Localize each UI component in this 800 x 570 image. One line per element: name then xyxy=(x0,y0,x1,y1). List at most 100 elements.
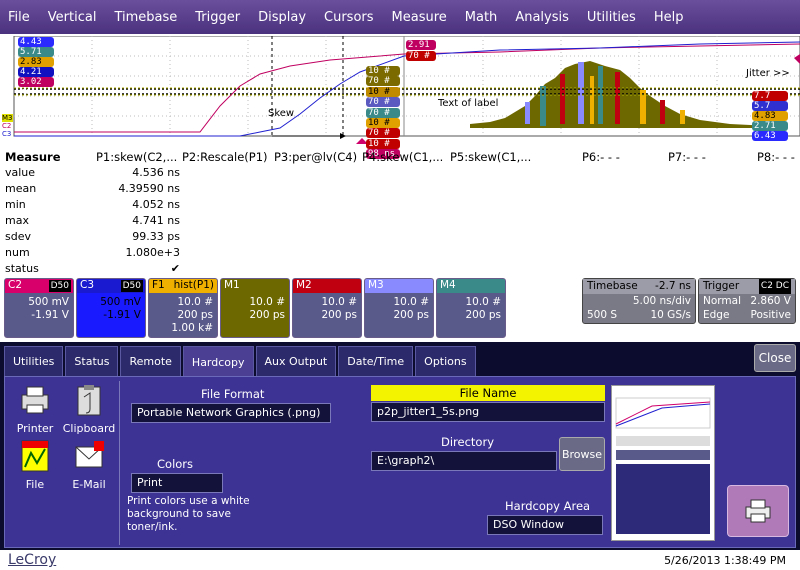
descriptor-name: C2 xyxy=(8,279,23,291)
hardcopy-area-select[interactable]: DSO Window xyxy=(487,515,603,535)
descriptor-c3[interactable]: C3 D50 500 mV -1.91 V xyxy=(76,278,146,338)
timebase-label: Timebase xyxy=(587,280,638,292)
descriptor-f1[interactable]: F1 hist(P1) 10.0 #200 ps 1.00 k# xyxy=(148,278,218,338)
measure-param-p7[interactable]: P7:- - - xyxy=(668,150,706,164)
file-format-select[interactable]: Portable Network Graphics (.png) xyxy=(131,403,331,423)
close-button[interactable]: Close xyxy=(754,344,796,372)
descriptor-name: M4 xyxy=(440,279,456,291)
tab-hardcopy[interactable]: Hardcopy xyxy=(182,346,254,378)
descriptor-c2[interactable]: C2 D50 500 mV -1.91 V xyxy=(4,278,74,338)
directory-label: Directory xyxy=(441,435,495,449)
tab-date-time[interactable]: Date/Time xyxy=(338,346,414,376)
menu-vertical[interactable]: Vertical xyxy=(48,10,97,25)
timebase-descriptor[interactable]: Timebase -2.7 ns 5.00 ns/div 500 S 10 GS/s xyxy=(582,278,696,324)
file-format-label: File Format xyxy=(201,387,265,401)
measure-value-min: 4.052 ns xyxy=(132,198,180,211)
measure-value-max: 4.741 ns xyxy=(132,214,180,227)
side-tag-c3: C3 xyxy=(2,130,12,138)
menu-timebase[interactable]: Timebase xyxy=(114,10,177,25)
trigger-descriptor[interactable]: Trigger C2 DC Normal 2.860 V Edge Positive xyxy=(698,278,796,324)
measure-row-mean: mean xyxy=(5,182,37,195)
right-trace-label: 7.7 ns xyxy=(752,91,788,111)
measure-param-p2[interactable]: P2:Rescale(P1) xyxy=(182,150,268,164)
measure-value-num: 1.080e+3 xyxy=(125,246,180,259)
menu-trigger[interactable]: Trigger xyxy=(195,10,240,25)
file-label: File xyxy=(25,478,45,491)
clipboard-label: Clipboard xyxy=(62,422,116,435)
descriptor-line: -1.91 V xyxy=(103,309,141,321)
trigger-label: Trigger xyxy=(703,280,740,292)
descriptor-line: -1.91 V xyxy=(31,309,69,321)
print-icon xyxy=(745,499,771,523)
menu-file[interactable]: File xyxy=(8,10,30,25)
menu-display[interactable]: Display xyxy=(258,10,306,25)
menu-utilities[interactable]: Utilities xyxy=(587,10,636,25)
skew-annotation: Skew xyxy=(268,108,295,119)
tab-options[interactable]: Options xyxy=(415,346,476,376)
descriptor-line: 200 ps xyxy=(321,309,357,321)
waveform-display[interactable]: 4.43 ns5.71 ns2.83 ns4.21 ns3.02 ns 10 #… xyxy=(0,36,800,160)
datetime: 5/26/2013 1:38:49 PM xyxy=(664,554,786,567)
measure-param-p5[interactable]: P5:skew(C1,... xyxy=(450,150,531,164)
menu-math[interactable]: Math xyxy=(465,10,498,25)
file-name-input[interactable]: p2p_jitter1_5s.png xyxy=(371,402,605,422)
measure-param-p6[interactable]: P6:- - - xyxy=(582,150,620,164)
coupling-tag: D50 xyxy=(48,280,71,292)
printer-button[interactable]: Printer xyxy=(11,383,59,435)
email-button[interactable]: E-Mail xyxy=(65,439,113,491)
descriptor-m1[interactable]: M1 10.0 #200 ps xyxy=(220,278,290,338)
menu-measure[interactable]: Measure xyxy=(392,10,447,25)
descriptor-line: 10.0 # xyxy=(321,296,357,308)
timebase-r0c1: 5.00 ns/div xyxy=(632,295,691,307)
file-icon xyxy=(21,440,49,472)
tab-utilities[interactable]: Utilities xyxy=(4,346,64,376)
mid-trace-label: 70 # xyxy=(366,97,400,108)
right-trace-label: 2.71 ns xyxy=(752,121,788,141)
measure-value-mean: 4.39590 ns xyxy=(118,182,180,195)
descriptor-line: 10.0 # xyxy=(249,296,285,308)
descriptor-m3[interactable]: M3 10.0 #200 ps xyxy=(364,278,434,338)
left-trace-label: 4.43 ns xyxy=(18,37,54,57)
trigger-r1c0: Edge xyxy=(703,309,730,321)
descriptor-line: 10.0 # xyxy=(177,296,213,308)
clipboard-button[interactable]: Clipboard xyxy=(61,383,117,435)
tab-aux-output[interactable]: Aux Output xyxy=(255,346,337,376)
printer-icon xyxy=(21,386,49,414)
trigger-r0c1: 2.860 V xyxy=(750,295,791,307)
file-button[interactable]: File xyxy=(11,439,59,491)
menu-cursors[interactable]: Cursors xyxy=(324,10,374,25)
descriptor-line: 200 ps xyxy=(249,309,285,321)
measure-row-min: min xyxy=(5,198,26,211)
descriptor-m4[interactable]: M4 10.0 #200 ps xyxy=(436,278,506,338)
email-label: E-Mail xyxy=(72,478,106,491)
measure-row-max: max xyxy=(5,214,29,227)
mid-trace-label: 10 # xyxy=(366,118,400,128)
utilities-dialog: Utilities Status Remote Hardcopy Aux Output D… xyxy=(0,342,800,550)
colors-note: Print colors use a white background to s… xyxy=(127,495,250,533)
colors-select[interactable]: Print xyxy=(131,473,223,493)
descriptor-m2[interactable]: M2 10.0 #200 ps xyxy=(292,278,362,338)
print-button[interactable] xyxy=(727,485,789,537)
hardcopy-area-label: Hardcopy Area xyxy=(505,499,591,513)
tab-remote[interactable]: Remote xyxy=(120,346,181,376)
printer-label: Printer xyxy=(16,422,54,435)
mid-trace-label: 10 # xyxy=(366,66,400,76)
measure-param-p1[interactable]: P1:skew(C2,... xyxy=(96,150,177,164)
measure-row-status: status xyxy=(5,262,39,275)
descriptor-line: 200 ps xyxy=(393,309,429,321)
menu-analysis[interactable]: Analysis xyxy=(515,10,569,25)
measure-param-p4[interactable]: P4:skew(C1,... xyxy=(362,150,443,164)
measure-title: Measure xyxy=(5,150,61,164)
mid-trace-label: 70 # xyxy=(366,76,400,87)
measure-param-p3[interactable]: P3:per@lv(C4) xyxy=(274,150,357,164)
email-icon xyxy=(75,441,104,468)
tab-status[interactable]: Status xyxy=(65,346,119,376)
status-footer: LeCroy 5/26/2013 1:38:49 PM xyxy=(0,550,800,570)
directory-input[interactable]: E:\graph2\ xyxy=(371,451,557,471)
side-tag-c2: C2 xyxy=(2,122,12,130)
measure-param-p8[interactable]: P8:- - - xyxy=(757,150,795,164)
descriptor-extra: hist(P1) xyxy=(173,279,214,291)
menu-help[interactable]: Help xyxy=(654,10,684,25)
mid-trace-label: 70 # xyxy=(366,128,400,139)
browse-button[interactable]: Browse xyxy=(559,437,605,471)
